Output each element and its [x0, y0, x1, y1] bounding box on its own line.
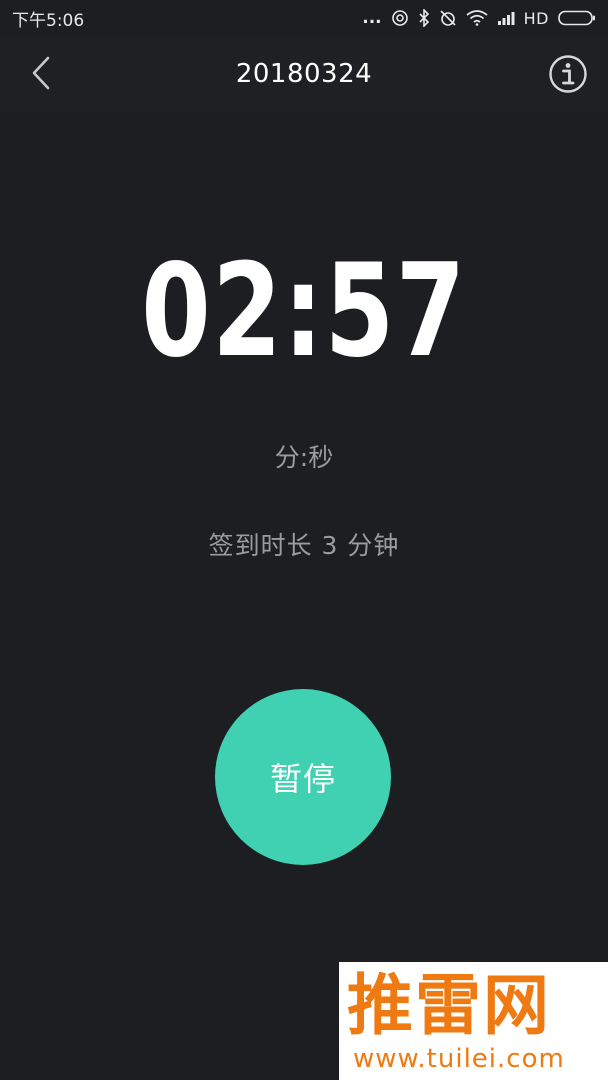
screen: 下午5:06 ... HD 20180324 02:57 分:秒 签到时长 3 …: [0, 0, 608, 1080]
pause-button[interactable]: 暂停: [215, 689, 391, 865]
pause-button-label: 暂停: [269, 760, 336, 798]
signal-icon: [497, 11, 515, 25]
timer-display: 02:57: [141, 237, 467, 386]
battery-icon: [558, 10, 596, 26]
bluetooth-icon: [418, 9, 430, 27]
hotspot-icon: [391, 9, 409, 27]
status-time: 下午5:06: [12, 10, 85, 31]
info-circle-icon: [549, 55, 587, 93]
wifi-icon: [466, 10, 488, 26]
status-right: ... HD: [362, 8, 596, 28]
info-button[interactable]: [546, 52, 590, 96]
status-bar: 下午5:06 ... HD: [0, 0, 608, 36]
timer-unit-label: 分:秒: [274, 443, 334, 472]
alarm-off-icon: [439, 9, 457, 27]
status-more-icon: ...: [362, 8, 382, 28]
network-type-label: HD: [523, 8, 549, 28]
watermark-url: www.tuilei.com: [353, 1044, 565, 1074]
page-title: 20180324: [235, 59, 373, 89]
checkin-duration-text: 签到时长 3 分钟: [208, 531, 400, 560]
status-left: 下午5:06: [12, 6, 84, 31]
watermark: 推雷网 www.tuilei.com: [339, 962, 608, 1080]
watermark-logo: 推雷网: [347, 967, 551, 1044]
nav-bar: 20180324: [0, 36, 608, 112]
